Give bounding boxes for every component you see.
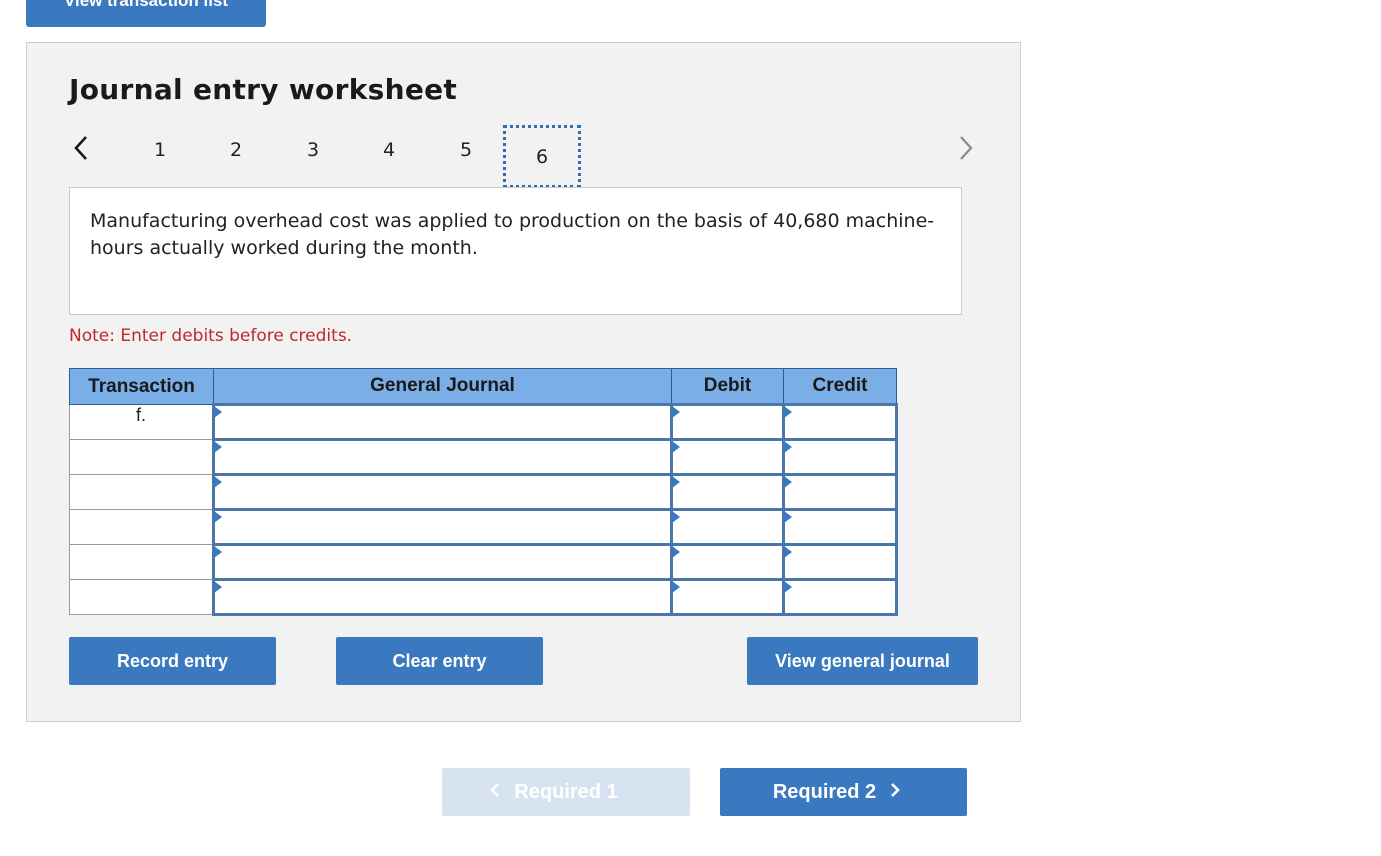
debit-input[interactable] [670, 473, 785, 511]
header-transaction: Transaction [69, 368, 214, 405]
table-row [69, 473, 898, 511]
account-input[interactable] [212, 438, 673, 476]
chevron-left-icon [74, 136, 87, 160]
transaction-cell [69, 579, 214, 615]
credit-input[interactable] [782, 403, 898, 441]
required-1-button[interactable]: Required 1 [442, 768, 690, 816]
account-input[interactable] [212, 403, 673, 441]
input-marker-icon [672, 441, 680, 453]
transaction-description: Manufacturing overhead cost was applied … [69, 187, 962, 315]
input-marker-icon [784, 476, 792, 488]
header-debit: Debit [671, 368, 784, 405]
debit-input[interactable] [670, 403, 785, 441]
journal-entry-worksheet-panel: Journal entry worksheet 1 2 3 4 5 6 Manu… [26, 42, 1021, 722]
input-marker-icon [672, 406, 680, 418]
input-marker-icon [784, 406, 792, 418]
account-input[interactable] [212, 543, 673, 581]
dropdown-marker-icon [214, 406, 222, 418]
view-general-journal-button[interactable]: View general journal [747, 637, 978, 685]
transaction-cell [69, 544, 214, 580]
next-step-button[interactable] [954, 133, 978, 163]
table-row: f. [69, 403, 898, 441]
dropdown-marker-icon [214, 441, 222, 453]
input-marker-icon [784, 441, 792, 453]
credit-input[interactable] [782, 508, 898, 546]
previous-step-button[interactable] [69, 133, 93, 163]
transaction-cell [69, 509, 214, 545]
clear-entry-button[interactable]: Clear entry [336, 637, 543, 685]
input-marker-icon [672, 511, 680, 523]
step-4[interactable]: 4 [374, 139, 404, 161]
view-transaction-list-button[interactable]: View transaction list [26, 0, 266, 27]
credit-input[interactable] [782, 438, 898, 476]
credit-input[interactable] [782, 543, 898, 581]
required-1-label: Required 1 [514, 780, 618, 803]
account-input[interactable] [212, 473, 673, 511]
credit-input[interactable] [782, 578, 898, 616]
input-marker-icon [672, 546, 680, 558]
input-marker-icon [784, 546, 792, 558]
header-credit: Credit [783, 368, 897, 405]
transaction-cell: f. [69, 404, 214, 440]
step-2[interactable]: 2 [221, 139, 251, 161]
chevron-right-icon [890, 781, 901, 804]
transaction-cell [69, 439, 214, 475]
debit-input[interactable] [670, 578, 785, 616]
dropdown-marker-icon [214, 581, 222, 593]
credit-input[interactable] [782, 473, 898, 511]
input-marker-icon [672, 476, 680, 488]
record-entry-button[interactable]: Record entry [69, 637, 276, 685]
worksheet-title: Journal entry worksheet [69, 73, 458, 106]
dropdown-marker-icon [214, 511, 222, 523]
input-marker-icon [784, 511, 792, 523]
input-marker-icon [672, 581, 680, 593]
dropdown-marker-icon [214, 546, 222, 558]
step-6-active[interactable]: 6 [503, 125, 581, 188]
debit-input[interactable] [670, 543, 785, 581]
table-row [69, 508, 898, 546]
required-2-button[interactable]: Required 2 [720, 768, 967, 816]
entry-note: Note: Enter debits before credits. [69, 326, 353, 346]
step-5[interactable]: 5 [451, 139, 481, 161]
transaction-cell [69, 474, 214, 510]
required-2-label: Required 2 [772, 780, 877, 803]
account-input[interactable] [212, 508, 673, 546]
step-3[interactable]: 3 [298, 139, 328, 161]
account-input[interactable] [212, 578, 673, 616]
chevron-right-icon [960, 136, 973, 160]
dropdown-marker-icon [214, 476, 222, 488]
journal-table: Transaction General Journal Debit Credit… [69, 368, 898, 616]
debit-input[interactable] [670, 508, 785, 546]
chevron-left-icon [490, 781, 500, 804]
step-1[interactable]: 1 [145, 139, 175, 161]
table-row [69, 543, 898, 581]
input-marker-icon [784, 581, 792, 593]
journal-header-row: Transaction General Journal Debit Credit [69, 368, 897, 405]
table-row [69, 578, 898, 616]
header-general-journal: General Journal [213, 368, 672, 405]
table-row [69, 438, 898, 476]
debit-input[interactable] [670, 438, 785, 476]
